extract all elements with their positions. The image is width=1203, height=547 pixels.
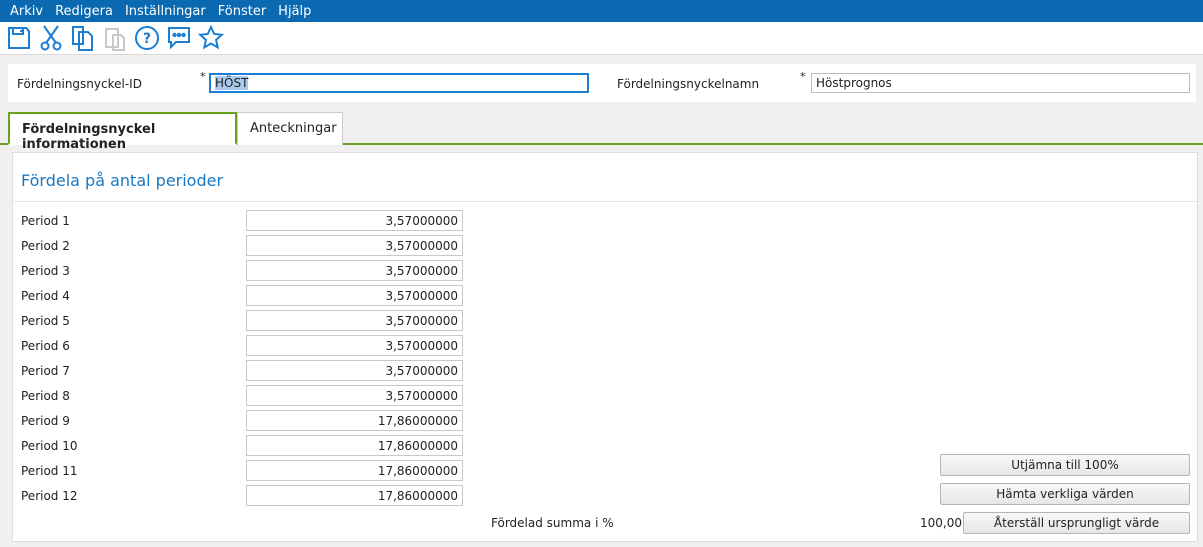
menu-fonster[interactable]: Fönster bbox=[212, 4, 272, 19]
paste-icon bbox=[102, 25, 128, 51]
required-marker: * bbox=[200, 70, 206, 83]
equalize-button[interactable]: Utjämna till 100% bbox=[940, 454, 1190, 476]
favorite-icon[interactable] bbox=[198, 25, 224, 51]
period-label: Period 8 bbox=[21, 389, 70, 403]
name-input[interactable]: Höstprognos bbox=[811, 73, 1190, 93]
period-value-input[interactable]: 3,57000000 bbox=[246, 360, 463, 381]
period-value-input[interactable]: 3,57000000 bbox=[246, 285, 463, 306]
period-value-input[interactable]: 3,57000000 bbox=[246, 310, 463, 331]
period-value-input[interactable]: 3,57000000 bbox=[246, 335, 463, 356]
menu-hjalp[interactable]: Hjälp bbox=[272, 4, 317, 19]
period-label: Period 2 bbox=[21, 239, 70, 253]
period-value-input[interactable]: 3,57000000 bbox=[246, 260, 463, 281]
reset-original-value-button[interactable]: Återställ ursprungligt värde bbox=[963, 512, 1190, 534]
period-value-input[interactable]: 3,57000000 bbox=[246, 210, 463, 231]
menu-arkiv[interactable]: Arkiv bbox=[4, 4, 49, 19]
period-value-input[interactable]: 17,86000000 bbox=[246, 435, 463, 456]
tab-bar: Fördelningsnyckel informationen Anteckni… bbox=[0, 112, 1203, 152]
svg-text:?: ? bbox=[143, 31, 151, 47]
period-label: Period 5 bbox=[21, 314, 70, 328]
fetch-actual-values-button[interactable]: Hämta verkliga värden bbox=[940, 483, 1190, 505]
period-value-input[interactable]: 3,57000000 bbox=[246, 385, 463, 406]
name-label: Fördelningsnyckelnamn bbox=[617, 77, 760, 91]
id-value: HÖST bbox=[215, 76, 249, 90]
period-value-input[interactable]: 17,86000000 bbox=[246, 410, 463, 431]
period-label: Period 7 bbox=[21, 364, 70, 378]
period-value-input[interactable]: 17,86000000 bbox=[246, 460, 463, 481]
period-value-input[interactable]: 17,86000000 bbox=[246, 485, 463, 506]
tab-notes[interactable]: Anteckningar bbox=[237, 112, 343, 145]
toolbar: ? bbox=[0, 22, 1203, 55]
period-label: Period 6 bbox=[21, 339, 70, 353]
menu-installningar[interactable]: Inställningar bbox=[119, 4, 212, 19]
period-label: Period 9 bbox=[21, 414, 70, 428]
sum-label: Fördelad summa i % bbox=[491, 516, 614, 530]
id-label: Fördelningsnyckel-ID bbox=[17, 77, 142, 91]
period-label: Period 10 bbox=[21, 439, 78, 453]
period-label: Period 12 bbox=[21, 489, 78, 503]
distribution-panel: Fördela på antal perioder Period 1 3,5700… bbox=[12, 152, 1198, 542]
menu-bar: Arkiv Redigera Inställningar Fönster Hjä… bbox=[0, 0, 1203, 22]
divider bbox=[13, 201, 1197, 202]
copy-icon[interactable] bbox=[70, 25, 96, 51]
period-label: Period 4 bbox=[21, 289, 70, 303]
period-value-input[interactable]: 3,57000000 bbox=[246, 235, 463, 256]
menu-redigera[interactable]: Redigera bbox=[49, 4, 119, 19]
save-icon[interactable] bbox=[6, 25, 32, 51]
period-label: Period 11 bbox=[21, 464, 78, 478]
period-label: Period 3 bbox=[21, 264, 70, 278]
period-label: Period 1 bbox=[21, 214, 70, 228]
sum-value: 100,00 bbox=[920, 516, 962, 530]
help-icon[interactable]: ? bbox=[134, 25, 160, 51]
comment-icon[interactable] bbox=[166, 25, 192, 51]
tab-information[interactable]: Fördelningsnyckel informationen bbox=[8, 112, 237, 152]
required-marker: * bbox=[800, 70, 806, 83]
section-title: Fördela på antal perioder bbox=[21, 171, 224, 190]
id-input[interactable]: HÖST bbox=[209, 73, 589, 93]
cut-icon[interactable] bbox=[38, 25, 64, 51]
header-panel: Fördelningsnyckel-ID * HÖST Fördelningsn… bbox=[8, 64, 1196, 102]
